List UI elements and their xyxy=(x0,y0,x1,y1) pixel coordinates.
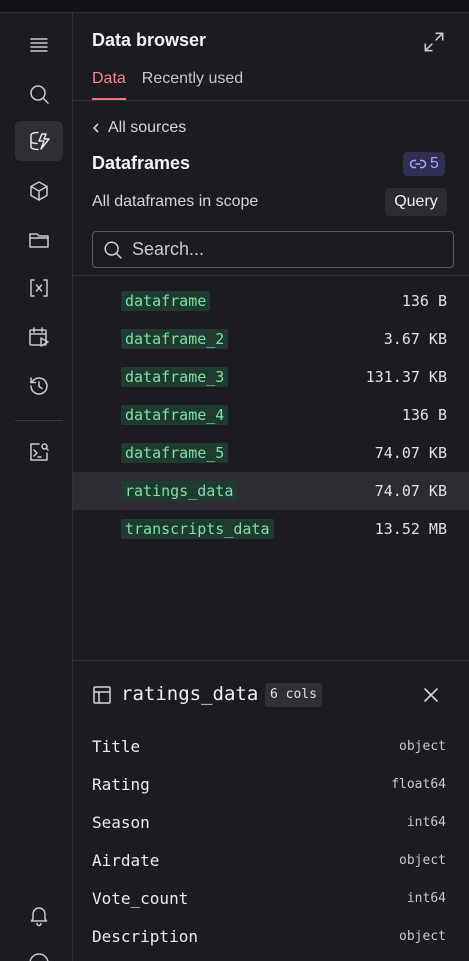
package-icon xyxy=(30,181,48,201)
table-icon xyxy=(92,685,112,705)
column-name: Vote_count xyxy=(92,889,189,908)
tabs-divider xyxy=(73,100,469,101)
tab-recently-used[interactable]: Recently used xyxy=(142,70,243,100)
query-button[interactable]: Query xyxy=(385,188,447,216)
dataframe-row[interactable]: dataframe 136 B xyxy=(73,282,469,320)
column-type: object xyxy=(399,929,446,944)
notifications-rail-button[interactable] xyxy=(15,895,63,935)
column-type: float64 xyxy=(391,777,446,792)
dataframe-row[interactable]: dataframe_5 74.07 KB xyxy=(73,434,469,472)
search-icon xyxy=(104,240,122,259)
column-name: Airdate xyxy=(92,851,160,870)
column-row: Title object xyxy=(92,737,446,761)
scheduled-runs-rail-button[interactable] xyxy=(15,317,63,357)
window-top-strip xyxy=(0,0,469,13)
close-icon xyxy=(424,688,438,702)
back-label: All sources xyxy=(108,119,187,136)
back-to-all-sources-link[interactable]: All sources xyxy=(90,119,186,137)
panel-tabs: Data Recently used xyxy=(92,70,243,100)
dataframe-name: dataframe xyxy=(121,291,211,311)
column-name: Rating xyxy=(92,775,150,794)
dataframe-row[interactable]: dataframe_2 3.67 KB xyxy=(73,320,469,358)
dataframe-row[interactable]: transcripts_data 13.52 MB xyxy=(73,510,469,548)
column-row: Airdate object xyxy=(92,851,446,875)
dataframe-count: 5 xyxy=(430,155,439,172)
dataframe-row-selected[interactable]: ratings_data 74.07 KB xyxy=(73,472,469,510)
dataframe-name: dataframe_2 xyxy=(121,329,229,349)
dataframe-list: dataframe 136 B dataframe_2 3.67 KB data… xyxy=(73,282,469,548)
variables-icon xyxy=(30,279,48,297)
dataframe-size: 131.37 KB xyxy=(365,368,447,386)
dataframe-row[interactable]: dataframe_3 131.37 KB xyxy=(73,358,469,396)
history-rail-button[interactable] xyxy=(15,366,63,406)
dataframe-size: 74.07 KB xyxy=(374,482,447,500)
dataframe-size: 136 B xyxy=(401,292,447,310)
expand-panel-button[interactable] xyxy=(421,29,447,55)
chevron-left-icon xyxy=(92,123,99,133)
dataframe-size: 74.07 KB xyxy=(374,444,447,462)
scope-description: All dataframes in scope xyxy=(92,193,259,210)
tab-data[interactable]: Data xyxy=(92,70,126,100)
dataframe-size: 13.52 MB xyxy=(374,520,447,538)
column-type: int64 xyxy=(406,815,446,830)
packages-rail-button[interactable] xyxy=(15,171,63,211)
column-type: object xyxy=(399,739,446,754)
folder-icon xyxy=(29,233,49,248)
section-title: Dataframes xyxy=(92,153,191,173)
link-icon xyxy=(409,159,427,169)
search-rail-button[interactable] xyxy=(15,74,63,114)
help-icon xyxy=(29,953,49,961)
close-detail-button[interactable] xyxy=(421,685,441,705)
dataframe-row[interactable]: dataframe_4 136 B xyxy=(73,396,469,434)
scheduled-run-icon xyxy=(29,327,49,347)
menu-icon xyxy=(30,38,48,52)
dataframe-size: 136 B xyxy=(401,406,447,424)
dataframe-name: dataframe_4 xyxy=(121,405,229,425)
panel-title: Data browser xyxy=(92,30,207,50)
rail-divider xyxy=(15,420,63,421)
variables-rail-button[interactable] xyxy=(15,268,63,308)
search-field[interactable] xyxy=(92,231,454,268)
column-type: int64 xyxy=(406,891,446,906)
dataframe-count-badge: 5 xyxy=(403,152,445,176)
column-name: Description xyxy=(92,927,198,946)
search-icon xyxy=(30,85,49,104)
data-browser-panel: Data browser Data Recently used All sour… xyxy=(73,13,469,961)
column-count-badge: 6 cols xyxy=(265,683,322,707)
column-type: object xyxy=(399,853,446,868)
menu-button[interactable] xyxy=(15,25,63,65)
scratchpad-rail-button[interactable] xyxy=(15,432,63,472)
search-divider xyxy=(73,275,469,276)
scratchpad-icon xyxy=(30,443,49,461)
bell-icon xyxy=(30,907,48,927)
detail-dataframe-name: ratings_data xyxy=(121,683,259,705)
expand-icon xyxy=(424,32,444,52)
dataframe-name: ratings_data xyxy=(121,481,238,501)
column-row: Rating float64 xyxy=(92,775,446,799)
dataframe-size: 3.67 KB xyxy=(383,330,447,348)
files-rail-button[interactable] xyxy=(15,220,63,260)
column-name: Title xyxy=(92,737,141,756)
column-row: Vote_count int64 xyxy=(92,889,446,913)
activity-rail xyxy=(0,13,73,961)
data-browser-rail-button[interactable] xyxy=(15,121,63,161)
column-name: Season xyxy=(92,813,150,832)
column-row: Season int64 xyxy=(92,813,446,837)
detail-divider xyxy=(73,660,469,661)
dataframe-name: dataframe_3 xyxy=(121,367,229,387)
data-browser-icon xyxy=(30,131,50,151)
search-input[interactable] xyxy=(132,239,432,260)
column-row: Description object xyxy=(92,927,446,951)
history-icon xyxy=(30,377,48,395)
dataframe-name: dataframe_5 xyxy=(121,443,229,463)
dataframe-name: transcripts_data xyxy=(121,519,274,539)
help-rail-button[interactable] xyxy=(15,943,63,961)
